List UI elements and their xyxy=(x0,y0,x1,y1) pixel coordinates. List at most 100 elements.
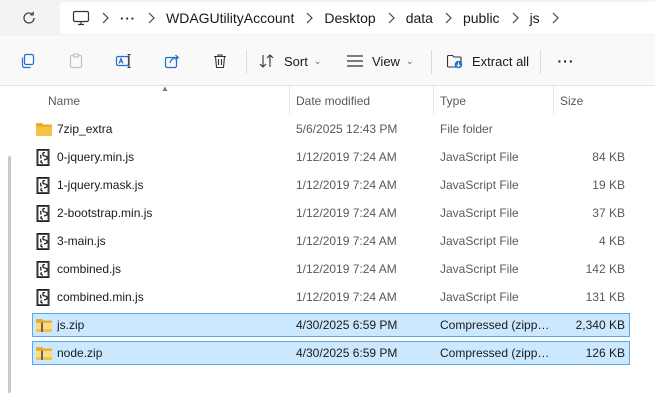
script-file-icon xyxy=(35,177,53,194)
file-size: 84 KB xyxy=(592,150,625,164)
copy-button[interactable] xyxy=(14,44,42,78)
sort-button[interactable]: Sort ⌄ xyxy=(258,44,321,78)
file-type: Compressed (zipp… xyxy=(440,346,548,360)
file-date-modified: 1/12/2019 7:24 AM xyxy=(296,150,397,164)
rename-button[interactable] xyxy=(110,44,138,78)
breadcrumb-item-js[interactable]: js xyxy=(530,10,540,26)
file-row[interactable]: 1-jquery.mask.js 1/12/2019 7:24 AM JavaScr… xyxy=(32,173,630,197)
file-row[interactable]: node.zip 4/30/2025 6:59 PM Compressed (zip… xyxy=(32,341,630,365)
breadcrumb[interactable]: ··· WDAGUtilityAccount Desktop data publ… xyxy=(60,2,655,34)
rename-icon xyxy=(115,53,131,69)
file-date-modified: 1/12/2019 7:24 AM xyxy=(296,234,397,248)
script-file-icon xyxy=(35,149,53,166)
column-header-size[interactable]: Size xyxy=(560,94,583,108)
navigation-pane-edge xyxy=(8,156,11,393)
breadcrumb-item-data[interactable]: data xyxy=(406,10,433,26)
file-row[interactable]: js.zip 4/30/2025 6:59 PM Compressed (zipp…… xyxy=(32,313,630,337)
file-row[interactable]: 3-main.js 1/12/2019 7:24 AM JavaScript Fil… xyxy=(32,229,630,253)
file-size: 131 KB xyxy=(585,290,625,304)
more-options-button[interactable]: ··· xyxy=(552,44,580,78)
file-name: 3-main.js xyxy=(57,234,106,248)
file-name: 1-jquery.mask.js xyxy=(57,178,144,192)
paste-button[interactable] xyxy=(62,44,90,78)
file-size: 37 KB xyxy=(592,206,625,220)
file-size: 126 KB xyxy=(585,346,625,360)
delete-button[interactable] xyxy=(206,44,234,78)
file-type: File folder xyxy=(440,122,493,136)
toolbar-divider xyxy=(540,50,541,74)
view-label: View xyxy=(372,53,400,69)
column-header-row: ▲ Name Date modified Type Size xyxy=(0,84,655,116)
address-bar: ··· WDAGUtilityAccount Desktop data publ… xyxy=(0,0,655,36)
view-list-icon xyxy=(347,55,363,67)
column-header-date-modified[interactable]: Date modified xyxy=(296,94,370,108)
view-button[interactable]: View ⌄ xyxy=(346,44,414,78)
file-type: JavaScript File xyxy=(440,262,519,276)
file-name: node.zip xyxy=(57,346,103,360)
chevron-right-icon[interactable] xyxy=(294,12,324,24)
chevron-right-icon[interactable] xyxy=(136,12,166,24)
chevron-right-icon[interactable] xyxy=(500,12,530,24)
column-divider[interactable] xyxy=(433,86,434,114)
file-size: 2,340 KB xyxy=(575,318,625,332)
extract-icon xyxy=(446,54,463,69)
refresh-button[interactable] xyxy=(16,6,42,30)
file-date-modified: 4/30/2025 6:59 PM xyxy=(296,346,398,360)
file-date-modified: 1/12/2019 7:24 AM xyxy=(296,290,397,304)
file-name: combined.min.js xyxy=(57,290,144,304)
zip-folder-icon xyxy=(35,345,53,362)
sort-label: Sort xyxy=(284,53,308,69)
chevron-down-icon: ⌄ xyxy=(313,55,322,66)
column-header-type[interactable]: Type xyxy=(440,94,466,108)
file-name: 7zip_extra xyxy=(57,122,113,136)
zip-folder-icon xyxy=(35,317,53,334)
breadcrumb-item-desktop[interactable]: Desktop xyxy=(324,10,375,26)
file-row[interactable]: combined.min.js 1/12/2019 7:24 AM JavaScri… xyxy=(32,285,630,309)
toolbar-divider xyxy=(246,50,247,74)
copy-icon xyxy=(21,53,35,69)
file-size: 142 KB xyxy=(585,262,625,276)
script-file-icon xyxy=(35,205,53,222)
file-row[interactable]: combined.js 1/12/2019 7:24 AM JavaScript F… xyxy=(32,257,630,281)
share-icon xyxy=(164,54,180,69)
file-date-modified: 5/6/2025 12:43 PM xyxy=(296,122,398,136)
toolbar-divider xyxy=(431,50,432,74)
chevron-right-icon[interactable] xyxy=(433,12,463,24)
file-date-modified: 1/12/2019 7:24 AM xyxy=(296,178,397,192)
folder-icon xyxy=(35,121,53,138)
paste-icon xyxy=(69,53,83,69)
breadcrumb-item-user[interactable]: WDAGUtilityAccount xyxy=(166,10,294,26)
column-header-name[interactable]: Name xyxy=(48,94,80,108)
file-type: JavaScript File xyxy=(440,150,519,164)
file-size: 4 KB xyxy=(598,234,625,248)
extract-all-label: Extract all xyxy=(472,53,530,69)
file-type: Compressed (zipp… xyxy=(440,318,548,332)
file-list-pane: ▲ Name Date modified Type Size 7zip_extr… xyxy=(0,84,655,393)
extract-all-button[interactable]: Extract all xyxy=(446,44,529,78)
file-row[interactable]: 2-bootstrap.min.js 1/12/2019 7:24 AM JavaS… xyxy=(32,201,630,225)
sort-icon xyxy=(259,54,274,68)
file-row[interactable]: 0-jquery.min.js 1/12/2019 7:24 AM JavaScri… xyxy=(32,145,630,169)
file-name: combined.js xyxy=(57,262,122,276)
breadcrumb-item-public[interactable]: public xyxy=(463,10,500,26)
refresh-icon xyxy=(23,11,35,24)
chevron-right-icon[interactable] xyxy=(90,12,120,24)
file-date-modified: 1/12/2019 7:24 AM xyxy=(296,262,397,276)
share-button[interactable] xyxy=(158,44,186,78)
file-name: 2-bootstrap.min.js xyxy=(57,206,153,220)
script-file-icon xyxy=(35,289,53,306)
chevron-down-icon: ⌄ xyxy=(405,55,414,66)
file-name: js.zip xyxy=(57,318,85,332)
file-type: JavaScript File xyxy=(440,234,519,248)
chevron-right-icon[interactable] xyxy=(540,12,570,24)
breadcrumb-overflow-button[interactable]: ··· xyxy=(120,11,136,26)
column-divider[interactable] xyxy=(553,86,554,114)
computer-icon[interactable] xyxy=(72,10,90,26)
script-file-icon xyxy=(35,233,53,250)
file-date-modified: 1/12/2019 7:24 AM xyxy=(296,206,397,220)
file-date-modified: 4/30/2025 6:59 PM xyxy=(296,318,398,332)
script-file-icon xyxy=(35,261,53,278)
file-row[interactable]: 7zip_extra 5/6/2025 12:43 PM File folder xyxy=(32,117,630,141)
chevron-right-icon[interactable] xyxy=(376,12,406,24)
column-divider[interactable] xyxy=(289,86,290,114)
